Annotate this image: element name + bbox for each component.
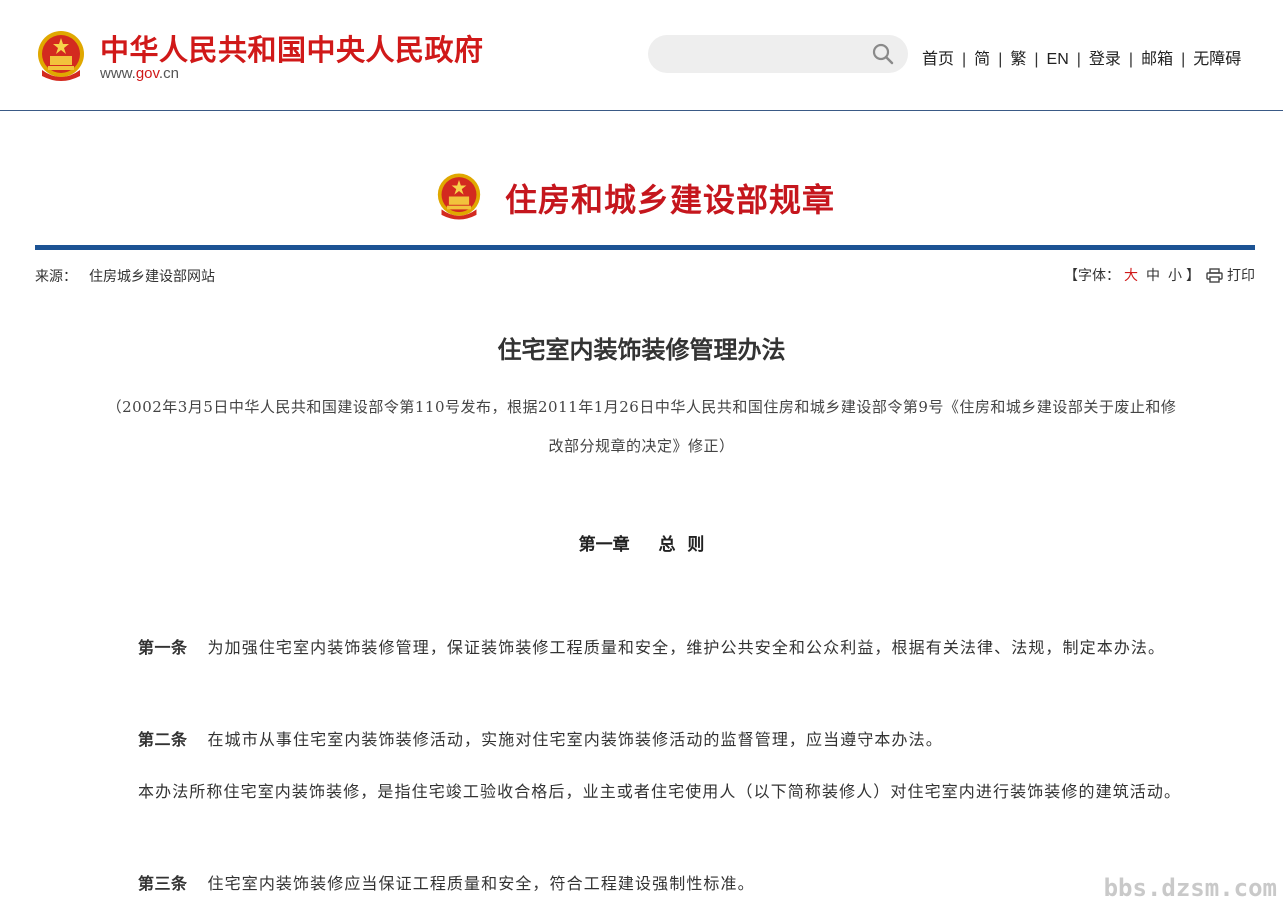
font-size-controls: 【字体： 大 中 小 】 打印 [1064,265,1255,285]
article-paragraph: 第二条 在城市从事住宅室内装饰装修活动，实施对住宅室内装饰装修活动的监督管理，应当… [102,720,1183,759]
article-paragraph: 第一条 为加强住宅室内装饰装修管理，保证装饰装修工程质量和安全，维护公共安全和公众… [102,628,1183,667]
article-label: 第三条 [138,874,188,893]
paragraph-text: 为加强住宅室内装饰装修管理，保证装饰装修工程质量和安全，维护公共安全和公众利益，… [207,638,1166,657]
nav-separator: | [998,51,1003,68]
site-url: www.gov.cn [100,65,179,82]
article-label: 第一条 [138,638,188,657]
site-header: 中华人民共和国中央人民政府 www.gov.cn 首页 | 简 | 繁 | EN | 登录 | 邮箱… [0,0,1283,111]
nav-separator: | [1128,51,1134,68]
article-label: 第二条 [138,730,188,749]
nav-separator: | [1181,51,1186,68]
paragraph-text: 在城市从事住宅室内装饰装修活动，实施对住宅室内装饰装修活动的监督管理，应当遵守本… [207,730,943,749]
article-note: （2002年3月5日中华人民共和国建设部令第110号发布，根据2011年1月26… [106,398,1177,455]
article-title: 住宅室内装饰装修管理办法 [497,335,786,364]
section-title: 住房和城乡建设部规章 [505,181,836,219]
article-paragraph: 本办法所称住宅室内装饰装修，是指住宅竣工验收合格后，业主或者住宅使用人（以下简称… [102,772,1183,811]
search-input[interactable] [664,41,868,69]
watermark: bbs.dzsm.com [1103,874,1277,902]
font-size-medium-button[interactable]: 中 [1146,265,1160,285]
national-emblem-icon [437,173,481,220]
font-size-small-button[interactable]: 小 [1168,265,1182,285]
nav-home[interactable]: 首页 [922,51,954,68]
top-nav: 首页 | 简 | 繁 | EN | 登录 | 邮箱 | 无障碍 [922,45,1241,69]
nav-simplified[interactable]: 简 [974,51,990,68]
nav-traditional[interactable]: 繁 [1010,51,1026,68]
nav-mailbox[interactable]: 邮箱 [1141,51,1173,68]
font-size-label: 【字体： [1064,267,1120,283]
nav-login[interactable]: 登录 [1089,51,1121,68]
font-size-label-close: 】 [1186,267,1200,283]
article-source: 来源： 住房城乡建设部网站 [35,266,215,286]
article-paragraph: 第三条 住宅室内装饰装修应当保证工程质量和安全，符合工程建设强制性标准。 [102,864,1183,903]
source-label: 来源： [35,268,77,284]
print-button[interactable]: 打印 [1227,265,1255,285]
site-title[interactable]: 中华人民共和国中央人民政府 [100,27,484,69]
national-emblem-icon[interactable] [36,30,86,82]
nav-english[interactable]: EN [1047,51,1069,68]
chapter-heading: 第一章 总 则 [578,535,705,555]
paragraph-text: 住宅室内装饰装修应当保证工程质量和安全，符合工程建设强制性标准。 [207,874,755,893]
nav-accessibility[interactable]: 无障碍 [1193,51,1241,68]
nav-separator: | [962,51,967,68]
paragraph-text: 本办法所称住宅室内装饰装修，是指住宅竣工验收合格后，业主或者住宅使用人（以下简称… [138,782,1182,801]
printer-icon[interactable] [1206,267,1223,283]
search-icon[interactable] [872,43,894,65]
search-box[interactable] [648,35,908,73]
nav-separator: | [1076,51,1081,68]
font-size-large-button[interactable]: 大 [1124,265,1138,285]
source-value: 住房城乡建设部网站 [89,268,215,284]
nav-separator: | [1034,51,1039,68]
section-divider [35,245,1255,250]
